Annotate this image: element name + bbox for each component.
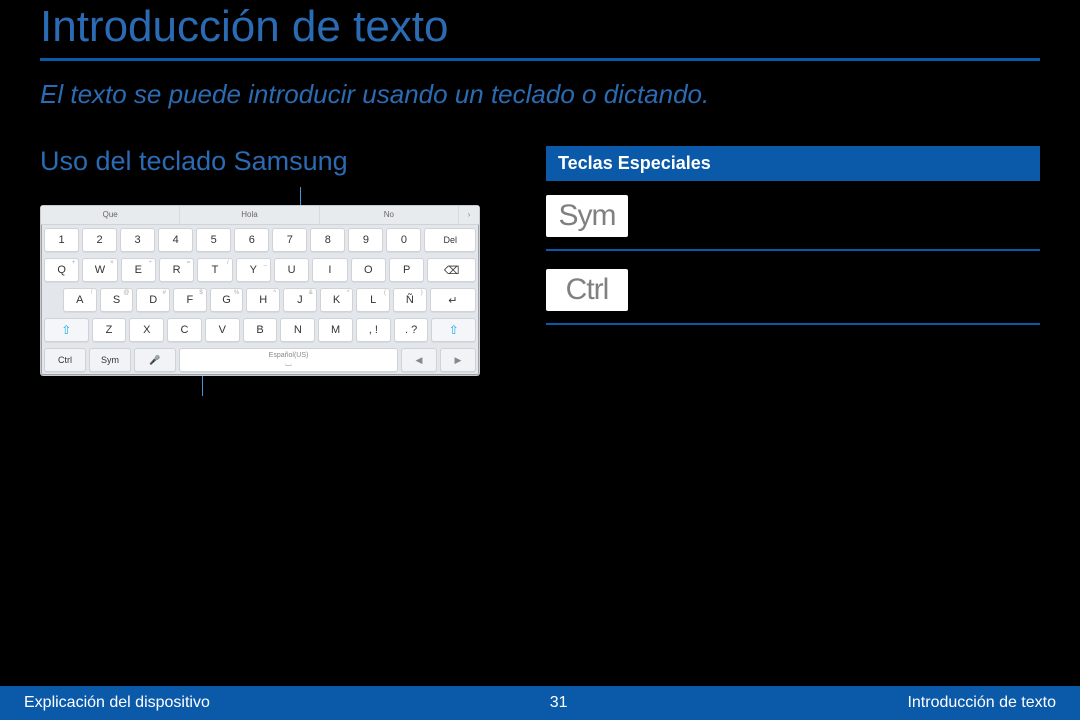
key-letter: C — [167, 318, 202, 342]
key-letter: Q+ — [44, 258, 79, 282]
keyboard-row-numbers: 1 2 3 4 5 6 7 8 9 0 Del — [41, 225, 479, 255]
keyboard-suggestion: Hola — [180, 206, 319, 224]
key-letter: Ñ) — [393, 288, 427, 312]
keyboard-row-3: ⇧ Z X C V B N M , ! . ? ⇧ — [41, 315, 479, 345]
footer-breadcrumb-right: Introducción de texto — [907, 694, 1056, 712]
key-letter: D# — [136, 288, 170, 312]
key-letter: Z — [92, 318, 127, 342]
key-letter: B — [243, 318, 278, 342]
key-number: 9 — [348, 228, 383, 252]
key-letter: Y_ — [236, 258, 271, 282]
key-number: 3 — [120, 228, 155, 252]
special-key-row: Sym — [546, 191, 1040, 251]
key-number: 0 — [386, 228, 421, 252]
keyboard-row-1: Q+ W× E÷ R= T/ Y_ U I O P ⌫ — [41, 255, 479, 285]
special-key-chip-ctrl: Ctrl — [546, 269, 628, 311]
title-rule — [40, 58, 1040, 61]
samsung-keyboard-illustration: Que Hola No › 1 2 3 4 5 6 7 8 9 0 Del — [40, 205, 480, 376]
column-left: Uso del teclado Samsung Que Hola No › 1 … — [40, 146, 510, 398]
key-letter: U — [274, 258, 309, 282]
key-enter-icon: ↵ — [430, 288, 476, 312]
key-letter: , ! — [356, 318, 391, 342]
key-arrow-right-icon: ▶ — [440, 348, 476, 372]
key-letter: E÷ — [121, 258, 156, 282]
key-ctrl: Ctrl — [44, 348, 86, 372]
key-number: 2 — [82, 228, 117, 252]
key-letter: A! — [63, 288, 97, 312]
callout-line-top — [300, 187, 301, 205]
keyboard-suggestion-more: › — [459, 206, 479, 224]
key-mic-icon: 🎤 — [134, 348, 176, 372]
key-letter: S@ — [100, 288, 134, 312]
key-number: 6 — [234, 228, 269, 252]
key-letter: O — [351, 258, 386, 282]
special-key-chip-sym: Sym — [546, 195, 628, 237]
special-key-row: Ctrl — [546, 265, 1040, 325]
keyboard-row-bottom: Ctrl Sym 🎤 Español(US) ⌴ ◀ ▶ — [41, 345, 479, 375]
key-letter: I — [312, 258, 347, 282]
key-letter: H^ — [246, 288, 280, 312]
key-letter: V — [205, 318, 240, 342]
key-arrow-left-icon: ◀ — [401, 348, 437, 372]
key-letter: L( — [356, 288, 390, 312]
page-footer: Explicación del dispositivo 31 Introducc… — [0, 686, 1080, 720]
special-keys-heading: Teclas Especiales — [546, 146, 1040, 181]
key-backspace-icon: ⌫ — [427, 258, 476, 282]
key-shift-icon: ⇧ — [431, 318, 476, 342]
key-letter: W× — [82, 258, 117, 282]
key-number: 5 — [196, 228, 231, 252]
keyboard-suggestion: Que — [41, 206, 180, 224]
key-letter: T/ — [197, 258, 232, 282]
key-del: Del — [424, 228, 476, 252]
key-letter: N — [280, 318, 315, 342]
key-letter: J& — [283, 288, 317, 312]
callout-line-bottom — [202, 376, 203, 396]
key-letter: K* — [320, 288, 354, 312]
key-letter: P — [389, 258, 424, 282]
key-letter: R= — [159, 258, 194, 282]
column-right: Teclas Especiales Sym Ctrl — [546, 146, 1040, 339]
footer-breadcrumb-left: Explicación del dispositivo — [24, 694, 210, 712]
key-number: 8 — [310, 228, 345, 252]
footer-page-number: 31 — [550, 694, 568, 712]
key-shift-icon: ⇧ — [44, 318, 89, 342]
key-letter: X — [129, 318, 164, 342]
page-root: Introducción de texto El texto se puede … — [0, 0, 1080, 720]
key-number: 7 — [272, 228, 307, 252]
section-heading-keyboard: Uso del teclado Samsung — [40, 146, 510, 177]
keyboard-suggestion: No — [320, 206, 459, 224]
content-columns: Uso del teclado Samsung Que Hola No › 1 … — [40, 146, 1040, 398]
key-sym: Sym — [89, 348, 131, 372]
keyboard-suggestion-bar: Que Hola No › — [41, 206, 479, 225]
key-letter: F$ — [173, 288, 207, 312]
key-space: Español(US) ⌴ — [179, 348, 398, 372]
page-subtitle: El texto se puede introducir usando un t… — [40, 79, 1040, 110]
key-number: 4 — [158, 228, 193, 252]
page-title: Introducción de texto — [40, 0, 1040, 52]
key-letter: M — [318, 318, 353, 342]
keyboard-row-2: A! S@ D# F$ G% H^ J& K* L( Ñ) ↵ — [41, 285, 479, 315]
key-number: 1 — [44, 228, 79, 252]
key-letter: . ? — [394, 318, 429, 342]
key-letter: G% — [210, 288, 244, 312]
